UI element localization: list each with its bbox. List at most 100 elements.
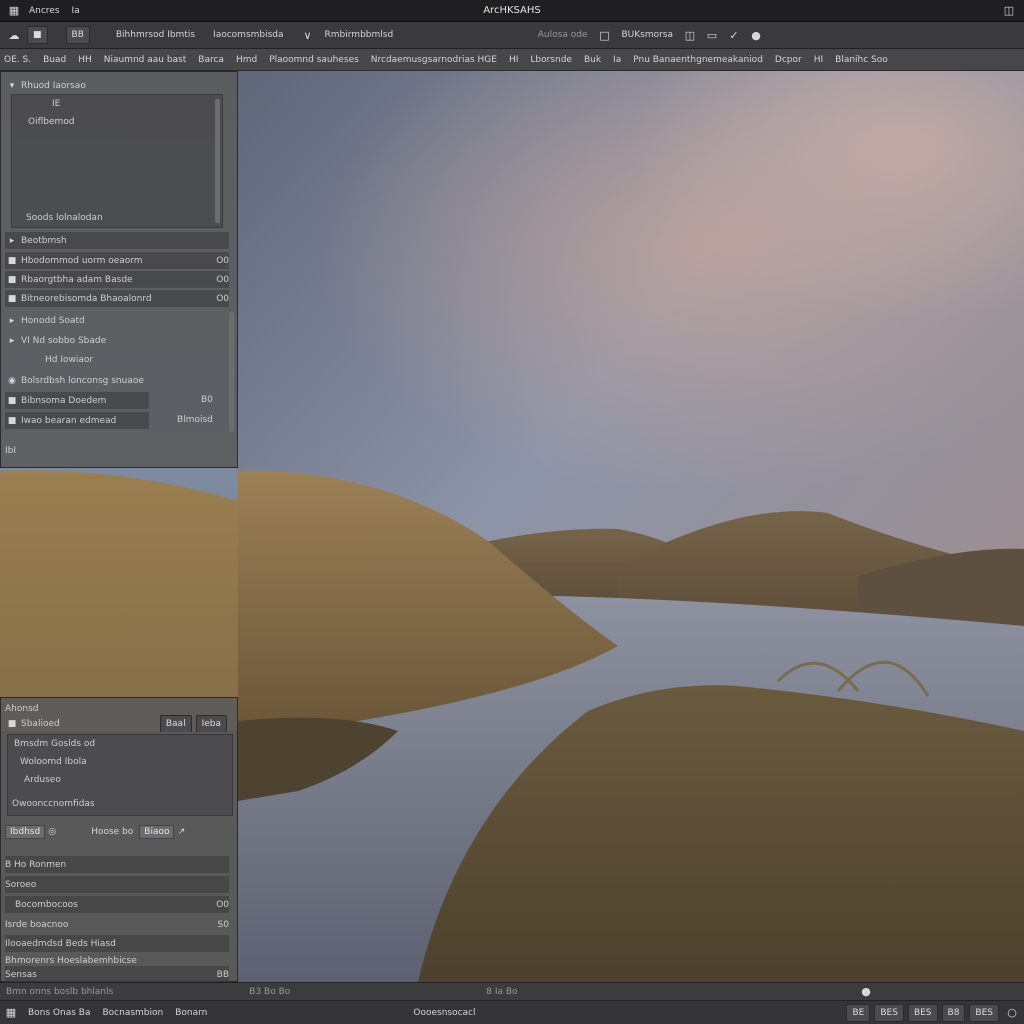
panel-top-inner-box: IE Oiflbemod Soods lolnalodan <box>11 94 223 228</box>
status-center: Oooesnsocacl <box>413 1007 476 1018</box>
row1-button-0[interactable]: Baal <box>159 715 192 732</box>
list-item-value: Blmoisd <box>177 415 213 425</box>
expand-icon[interactable]: ▾ <box>7 79 17 93</box>
square-icon[interactable]: □ <box>596 28 612 42</box>
list-item[interactable]: ◉ Bolsrdbsh lonconsg snuaoe <box>5 372 229 389</box>
option-item-2[interactable]: HH <box>78 55 92 65</box>
toolbar-right-text: Aulosa ode <box>537 30 588 40</box>
list-item[interactable]: Isrde boacnoo S0 <box>5 916 229 933</box>
cloud-icon[interactable]: ☁ <box>6 28 22 42</box>
status-item-1[interactable]: Bocnasmbion <box>102 1008 163 1018</box>
list-item[interactable]: Sensas BB <box>5 966 229 983</box>
adjustments-panel: Ahonsd ■ Sbalioed Baal Ieba Bmsdm Goslds… <box>0 697 238 983</box>
list-item-value: O0 <box>216 899 229 910</box>
status-btn-3[interactable]: B8 <box>941 1003 966 1022</box>
option-item-1[interactable]: Buad <box>43 55 66 65</box>
image-canvas[interactable] <box>238 71 1024 982</box>
option-item-14[interactable]: HI <box>814 55 823 65</box>
arrow-icon[interactable]: ↗ <box>176 825 186 839</box>
status-center: B3 Bo Bo <box>249 986 291 997</box>
option-item-13[interactable]: Dcpor <box>775 55 802 65</box>
option-item-5[interactable]: Hmd <box>236 55 257 65</box>
eye-icon[interactable]: ◉ <box>7 374 17 388</box>
list-item-label: Isrde boacnoo <box>5 919 69 930</box>
layer-icon: ■ <box>7 255 17 266</box>
list-item[interactable]: ▸ Honodd Soatd <box>5 312 229 329</box>
list-item-value: B0 <box>201 395 213 405</box>
option-item-3[interactable]: Niaumnd aau bast <box>104 55 187 65</box>
panel-top-header[interactable]: ▾ Rhuod Iaorsao <box>5 77 229 94</box>
monitor-icon[interactable]: ▭ <box>704 28 720 42</box>
list-item[interactable]: ■ Bitneorebisomda Bhaoalonrd O0 <box>5 290 229 307</box>
window-icon[interactable]: ◫ <box>1001 4 1017 18</box>
list-item[interactable]: ■ Hbodommod uorm oeaorm O0 <box>5 252 229 269</box>
dot-icon[interactable]: ● <box>858 985 874 999</box>
list-item-label: Bolsrdbsh lonconsg snuaoe <box>21 375 144 386</box>
toolbar-item-3[interactable]: Rmbirmbbmlsd <box>325 30 394 40</box>
option-item-8[interactable]: HI <box>509 55 518 65</box>
status-item-0[interactable]: Bons Onas Ba <box>28 1008 90 1018</box>
list-item[interactable]: ▸ Beotbmsh <box>5 232 229 249</box>
panel-bottom-tool-row: Ibdhsd ◎ Hoose bo Biaoo ↗ <box>5 823 229 840</box>
layer-icon: ■ <box>7 293 17 304</box>
list-item[interactable]: B Ho Ronmen <box>5 856 229 873</box>
status-btn-1[interactable]: BES <box>874 1003 904 1022</box>
list-item[interactable]: Hd Iowiaor <box>5 351 229 368</box>
inner-row-2: Arduseo <box>24 775 61 785</box>
toolbar-item-bb[interactable]: BB <box>65 26 90 44</box>
option-item-4[interactable]: Barca <box>198 55 224 65</box>
check-icon[interactable]: ✓ <box>726 28 742 42</box>
status-btn-4[interactable]: BES <box>969 1003 999 1022</box>
panel-top-header-label: Rhuod Iaorsao <box>21 80 86 91</box>
circle-icon[interactable]: ● <box>748 28 764 42</box>
tool-field-0[interactable]: Ibdhsd <box>5 824 46 839</box>
folder-icon: ▸ <box>9 235 15 246</box>
square-icon[interactable]: ■ <box>7 717 17 731</box>
option-item-15[interactable]: Blanihc Soo <box>835 55 888 65</box>
panel-bottom-row-1[interactable]: ■ Sbalioed Baal Ieba <box>5 715 229 732</box>
status-btn-2[interactable]: BES <box>907 1003 938 1022</box>
status-item-2[interactable]: Bonarn <box>175 1008 207 1018</box>
toolbar-item-1[interactable]: Bihhmrsod Ibmtis <box>116 30 195 40</box>
list-item[interactable]: Soroeo <box>5 876 229 893</box>
inner-row-1: Oiflbemod <box>28 117 75 127</box>
inner-scrollbar[interactable] <box>215 99 220 223</box>
status-btn-0[interactable]: BE <box>846 1003 871 1022</box>
inner-row-0: Bmsdm Goslds od <box>14 739 96 749</box>
layer-icon: ■ <box>7 395 17 406</box>
option-item-9[interactable]: Lborsnde <box>530 55 572 65</box>
status-bar-lower: ▦ Bons Onas Ba Bocnasmbion Bonarn Oooesn… <box>0 1000 1024 1024</box>
layer-icon: ■ <box>7 415 17 426</box>
list-item[interactable]: ▸ VI Nd sobbo Sbade <box>5 332 229 349</box>
option-item-7[interactable]: Nrcdaemusgsarnodrias HGE <box>371 55 497 65</box>
list-item[interactable]: ■ Rbaorgtbha adam Basde O0 <box>5 271 229 288</box>
square-tool-button[interactable]: ■ <box>27 26 48 44</box>
row1-button-1[interactable]: Ieba <box>195 715 227 732</box>
tool-label-1: Hoose bo <box>91 826 134 837</box>
list-item-label: Bitneorebisomda Bhaoalonrd <box>21 293 152 304</box>
list-item-label: Soroeo <box>5 879 37 890</box>
option-item-10[interactable]: Buk <box>584 55 601 65</box>
list-item[interactable]: Bocombocoos O0 <box>5 896 229 913</box>
chevron-icon[interactable]: ∨ <box>300 28 316 42</box>
zoom-label[interactable]: BUKsmorsa <box>621 30 673 40</box>
circle-icon[interactable]: ○ <box>1004 1006 1020 1020</box>
tool-field-2[interactable]: Biaoo <box>139 824 175 839</box>
status-bar-upper: Bmn onns boslb bhlanls B3 Bo Bo 8 Ia Bo … <box>0 982 1024 1000</box>
toolbar-item-2[interactable]: Iaocomsmbisda <box>213 30 283 40</box>
panel-top-footer: IbI <box>5 442 229 459</box>
option-item-6[interactable]: Plaoomnd sauheses <box>269 55 359 65</box>
panel-top-scrollbar[interactable] <box>229 312 234 432</box>
list-item[interactable]: Ilooaedmdsd Beds Hiasd <box>5 935 229 952</box>
list-item[interactable]: ■ Iwao bearan edmead <box>5 412 149 429</box>
window-title: ArcHKSAHS <box>483 5 541 16</box>
option-item-11[interactable]: Ia <box>613 55 621 65</box>
grid-icon[interactable]: ▦ <box>3 1006 19 1020</box>
folder-icon: ▸ <box>9 315 15 326</box>
option-item-12[interactable]: Pnu Banaenthgnemeakaniod <box>633 55 763 65</box>
layers-icon[interactable]: ◫ <box>682 28 698 42</box>
target-icon[interactable]: ◎ <box>47 825 57 839</box>
panel-bottom-header-label: Ahonsd <box>5 703 39 714</box>
option-item-0[interactable]: OE. S. <box>4 55 31 65</box>
list-item[interactable]: ■ Bibnsoma Doedem <box>5 392 149 409</box>
